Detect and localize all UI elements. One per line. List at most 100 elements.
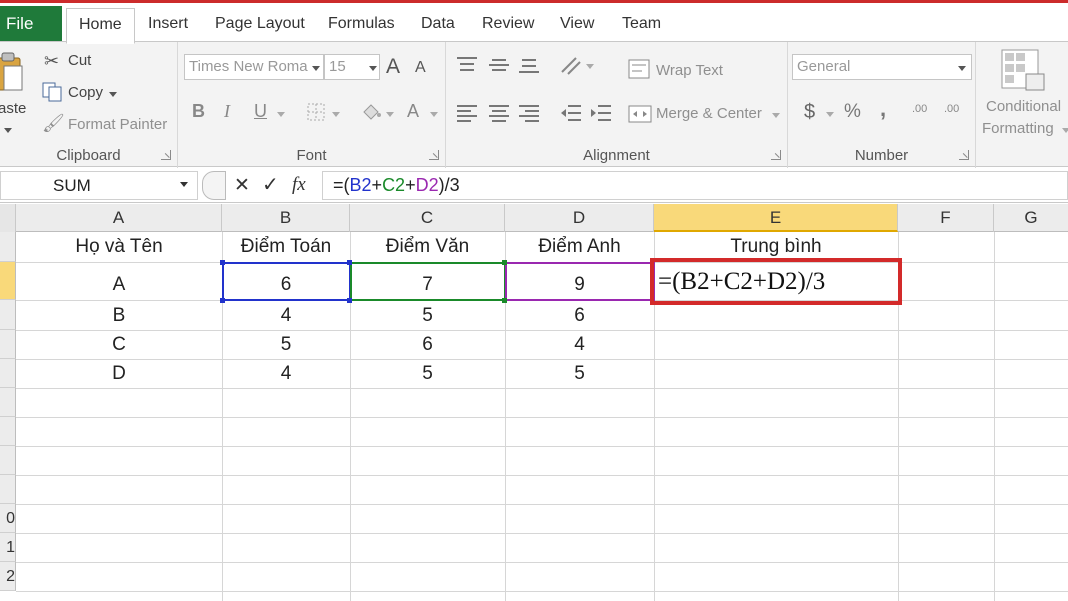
formula-bar-resize-handle[interactable] (202, 171, 226, 200)
cell-a4[interactable]: C (16, 334, 222, 356)
tab-data[interactable]: Data (421, 8, 455, 44)
row-header[interactable] (0, 330, 16, 359)
bold-button[interactable]: B (192, 102, 205, 120)
row-header[interactable] (0, 475, 16, 504)
decrease-decimal-button[interactable]: .00 (944, 104, 959, 115)
font-color-button[interactable]: A (407, 102, 419, 120)
column-header-d[interactable]: D (505, 204, 654, 232)
formula-input[interactable]: =(B2+C2+D2)/3 (322, 171, 1068, 200)
font-family-select[interactable]: Times New Roma (184, 54, 324, 80)
cell-c1[interactable]: Điểm Văn (350, 236, 505, 258)
row-header[interactable]: 0 (0, 504, 16, 533)
font-size-dropdown-icon[interactable] (369, 66, 377, 71)
row-header[interactable] (0, 359, 16, 388)
row-header[interactable] (0, 232, 16, 262)
column-header-a[interactable]: A (16, 204, 222, 232)
tab-page-layout[interactable]: Page Layout (215, 8, 305, 44)
cell-d3[interactable]: 6 (505, 305, 654, 327)
increase-indent-icon[interactable] (590, 104, 612, 122)
cell-d1[interactable]: Điểm Anh (505, 236, 654, 258)
cell-c5[interactable]: 5 (350, 363, 505, 385)
reference-handle[interactable] (502, 298, 507, 303)
row-header[interactable]: 1 (0, 533, 16, 562)
cell-a3[interactable]: B (16, 305, 222, 327)
shrink-font-button[interactable]: A (415, 60, 426, 76)
increase-decimal-button[interactable]: .00 (912, 104, 927, 115)
number-format-select[interactable]: General (792, 54, 972, 80)
row-header[interactable] (0, 300, 16, 330)
cell-c4[interactable]: 6 (350, 334, 505, 356)
reference-handle[interactable] (220, 260, 225, 265)
cell-e1[interactable]: Trung bình (654, 236, 898, 258)
number-launcher-icon[interactable] (959, 150, 969, 160)
tab-home[interactable]: Home (66, 8, 135, 44)
comma-button[interactable]: , (880, 98, 886, 120)
orientation-icon[interactable] (558, 54, 582, 76)
fill-color-icon[interactable] (360, 100, 382, 122)
merge-center-dropdown-icon[interactable] (772, 113, 780, 118)
conditional-formatting-button[interactable]: Conditional Formatting (976, 42, 1068, 142)
grow-font-button[interactable]: A (386, 56, 400, 77)
column-header-b[interactable]: B (222, 204, 350, 232)
align-top-icon[interactable] (456, 56, 478, 74)
decrease-indent-icon[interactable] (560, 104, 582, 122)
worksheet-grid[interactable]: Họ và Tên Điểm Toán Điểm Văn Điểm Anh Tr… (16, 232, 1068, 601)
cell-b5[interactable]: 4 (222, 363, 350, 385)
font-family-dropdown-icon[interactable] (312, 66, 320, 71)
borders-icon[interactable] (306, 102, 326, 122)
tab-review[interactable]: Review (482, 8, 534, 44)
paste-button[interactable]: aste (0, 46, 32, 136)
fill-color-dropdown-icon[interactable] (386, 112, 394, 117)
clipboard-launcher-icon[interactable] (161, 150, 171, 160)
merge-center-button[interactable]: Merge & Center (656, 105, 762, 122)
font-launcher-icon[interactable] (429, 150, 439, 160)
tab-file[interactable]: File (0, 6, 62, 42)
align-right-icon[interactable] (518, 104, 540, 122)
tab-insert[interactable]: Insert (148, 8, 188, 44)
column-header-e[interactable]: E (654, 204, 898, 232)
font-color-dropdown-icon[interactable] (430, 112, 438, 117)
tab-team[interactable]: Team (622, 8, 661, 44)
orientation-dropdown-icon[interactable] (586, 64, 594, 69)
alignment-launcher-icon[interactable] (771, 150, 781, 160)
cell-b4[interactable]: 5 (222, 334, 350, 356)
wrap-text-button[interactable]: Wrap Text (656, 62, 723, 79)
cut-button[interactable]: Cut (68, 52, 91, 69)
cell-b1[interactable]: Điểm Toán (222, 236, 350, 258)
cell-c3[interactable]: 5 (350, 305, 505, 327)
reference-handle[interactable] (502, 260, 507, 265)
underline-dropdown-icon[interactable] (277, 112, 285, 117)
cell-b3[interactable]: 4 (222, 305, 350, 327)
cell-a5[interactable]: D (16, 363, 222, 385)
tab-view[interactable]: View (560, 8, 594, 44)
row-header[interactable] (0, 446, 16, 475)
align-bottom-icon[interactable] (518, 56, 540, 74)
row-header-selected[interactable] (0, 262, 16, 300)
borders-dropdown-icon[interactable] (332, 112, 340, 117)
currency-button[interactable]: $ (804, 102, 815, 122)
row-header[interactable] (0, 417, 16, 446)
align-middle-icon[interactable] (488, 56, 510, 74)
cell-a2[interactable]: A (16, 274, 222, 296)
column-header-c[interactable]: C (350, 204, 505, 232)
reference-handle[interactable] (220, 298, 225, 303)
percent-button[interactable]: % (844, 102, 861, 121)
align-left-icon[interactable] (456, 104, 478, 122)
align-center-icon[interactable] (488, 104, 510, 122)
number-format-dropdown-icon[interactable] (958, 66, 966, 71)
column-header-f[interactable]: F (898, 204, 994, 232)
tab-formulas[interactable]: Formulas (328, 8, 395, 44)
cancel-formula-button[interactable]: ✕ (234, 176, 250, 195)
italic-button[interactable]: I (224, 102, 230, 120)
format-painter-button[interactable]: Format Painter (68, 116, 167, 133)
cell-a1[interactable]: Họ và Tên (16, 236, 222, 258)
cell-d4[interactable]: 4 (505, 334, 654, 356)
name-box-dropdown-icon[interactable] (180, 182, 188, 187)
copy-button[interactable]: Copy (68, 84, 103, 101)
reference-handle[interactable] (347, 298, 352, 303)
underline-button[interactable]: U (254, 102, 267, 120)
reference-handle[interactable] (347, 260, 352, 265)
insert-function-button[interactable]: fx (292, 175, 306, 194)
row-header[interactable]: 2 (0, 562, 16, 591)
column-header-g[interactable]: G (994, 204, 1068, 232)
